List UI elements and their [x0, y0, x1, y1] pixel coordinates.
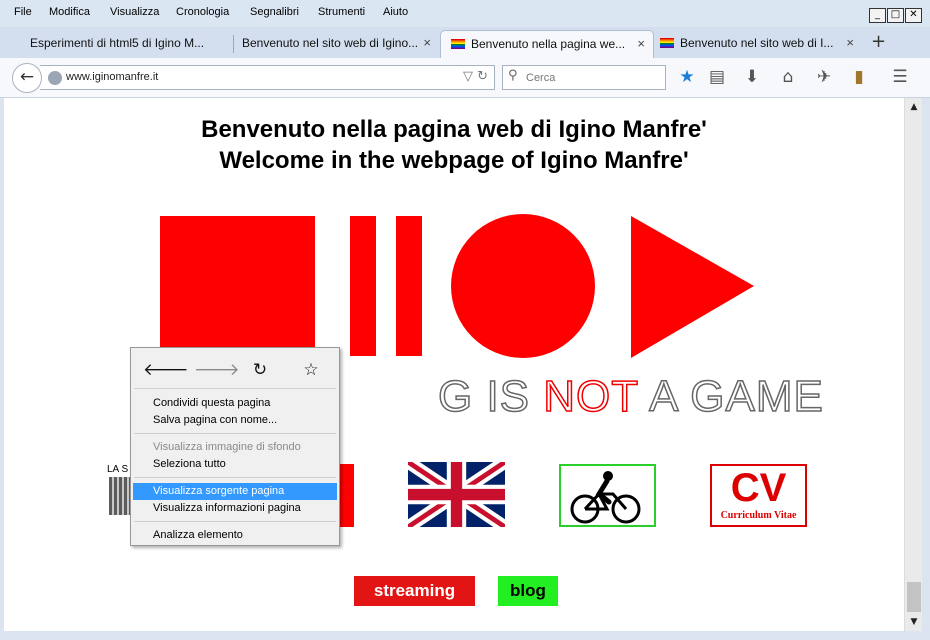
cv-caption: Curriculum Vitae	[720, 510, 797, 521]
bicycle-icon	[570, 471, 641, 524]
tab-label: Benvenuto nel sito web di I...	[680, 36, 834, 50]
rainbow-flag-icon	[660, 38, 674, 48]
tab-close-icon[interactable]: ×	[637, 31, 645, 57]
scroll-up-arrow-icon[interactable]: ▲	[906, 99, 922, 115]
ctx-back-icon[interactable]: 🡐	[143, 360, 189, 380]
tab-close-icon[interactable]: ×	[846, 30, 854, 56]
rainbow-flag-icon	[451, 39, 465, 49]
window-controls: _ □ ✕	[868, 8, 922, 23]
ctx-view-page-source[interactable]: Visualizza sorgente pagina	[133, 483, 337, 500]
ctx-view-page-info[interactable]: Visualizza informazioni pagina	[133, 500, 337, 517]
logo-circle	[451, 214, 595, 358]
url-actions: ▽ ↻	[463, 69, 488, 84]
window-border	[922, 98, 930, 640]
url-bar[interactable]: www.iginomanfre.it ▽ ↻	[40, 65, 495, 90]
tagline: G IS NOT A GAME	[437, 371, 824, 422]
context-menu: 🡐 🡒 ↻ ☆ Condividi questa pagina Salva pa…	[130, 347, 340, 546]
ctx-inspect-element[interactable]: Analizza elemento	[133, 527, 337, 544]
url-text[interactable]: www.iginomanfre.it	[66, 71, 158, 83]
menu-cronologia[interactable]: Cronologia	[176, 6, 229, 18]
menu-strumenti[interactable]: Strumenti	[318, 6, 365, 18]
tab-label: Esperimenti di html5 di Igino M...	[30, 36, 205, 50]
reload-icon[interactable]: ↻	[477, 69, 488, 84]
send-icon[interactable]: ✈	[813, 67, 835, 87]
curriculum-vitae-link[interactable]: CV Curriculum Vitae	[710, 464, 807, 527]
scroll-down-arrow-icon[interactable]: ▼	[906, 614, 922, 630]
logo-square	[160, 216, 315, 356]
search-placeholder: Cerca	[526, 72, 556, 84]
uk-flag-link[interactable]	[408, 462, 505, 527]
streaming-button[interactable]: streaming	[354, 576, 475, 606]
ctx-select-all[interactable]: Seleziona tutto	[133, 456, 337, 473]
home-icon[interactable]: ⌂	[777, 67, 799, 87]
reading-list-icon[interactable]: ▤	[706, 67, 728, 87]
menu-aiuto[interactable]: Aiuto	[383, 6, 408, 18]
cv-label: CV	[730, 466, 787, 510]
logo-bar-1	[350, 216, 376, 356]
ctx-view-background-image: Visualizza immagine di sfondo	[153, 441, 301, 453]
close-window-button[interactable]: ✕	[905, 8, 922, 23]
logo-triangle	[631, 216, 754, 358]
tab-bar: Esperimenti di html5 di Igino M... Benve…	[0, 27, 930, 58]
menu-separator	[134, 521, 336, 522]
menu-modifica[interactable]: Modifica	[49, 6, 90, 18]
vertical-scrollbar[interactable]: ▲ ▼	[904, 98, 922, 631]
ctx-save-page[interactable]: Salva pagina con nome...	[133, 412, 337, 429]
hamburger-menu-icon[interactable]: ☰	[889, 67, 911, 87]
tab-close-icon[interactable]: ×	[423, 30, 431, 56]
back-button[interactable]: ←	[12, 63, 42, 93]
new-tab-button[interactable]: +	[871, 31, 886, 52]
tab-label: Benvenuto nel sito web di Igino...	[242, 36, 419, 50]
bookmark-star-icon[interactable]: ★	[676, 67, 698, 87]
addon-icon[interactable]: ▮	[848, 67, 870, 87]
search-icon: ⚲	[508, 68, 518, 83]
menu-segnalibri[interactable]: Segnalibri	[250, 6, 299, 18]
blog-button[interactable]: blog	[498, 576, 558, 606]
menu-bar: File Modifica Visualizza Cronologia Segn…	[0, 0, 930, 27]
menu-separator	[134, 433, 336, 434]
tab-benvenuto-sito[interactable]: Benvenuto nel sito web di Igino... ×	[232, 30, 439, 58]
maximize-button[interactable]: □	[887, 8, 904, 23]
navigation-toolbar: www.iginomanfre.it ▽ ↻ ← ⚲ Cerca ★ ▤ ⬇ ⌂…	[0, 58, 930, 98]
ctx-forward-icon: 🡒	[194, 360, 240, 380]
globe-icon	[48, 71, 62, 85]
logo-graphic	[160, 214, 754, 358]
partial-caption: LA S	[107, 464, 129, 475]
tab-benvenuto-sito-2[interactable]: Benvenuto nel sito web di I... ×	[650, 30, 862, 58]
menu-file[interactable]: File	[14, 6, 32, 18]
logo-bar-2	[396, 216, 422, 356]
window-border-bottom	[0, 631, 930, 640]
search-input[interactable]: ⚲ Cerca	[502, 65, 666, 90]
menu-separator	[134, 388, 336, 389]
ctx-bookmark-icon[interactable]: ☆	[296, 360, 326, 380]
download-icon[interactable]: ⬇	[741, 67, 763, 87]
tab-esperimenti-html5[interactable]: Esperimenti di html5 di Igino M...	[20, 30, 233, 58]
menu-visualizza[interactable]: Visualizza	[110, 6, 159, 18]
scrollbar-thumb[interactable]	[907, 582, 921, 612]
minimize-button[interactable]: _	[869, 8, 886, 23]
tab-benvenuto-pagina-active[interactable]: Benvenuto nella pagina we... ×	[440, 30, 654, 58]
ctx-share-page[interactable]: Condividi questa pagina	[133, 395, 337, 412]
tagline-not: NOT	[542, 371, 639, 422]
url-dropdown-icon[interactable]: ▽	[463, 69, 473, 84]
tab-label: Benvenuto nella pagina we...	[471, 37, 626, 51]
cycling-link[interactable]	[559, 464, 656, 527]
menu-separator	[134, 477, 336, 478]
ctx-reload-icon[interactable]: ↻	[245, 360, 275, 380]
tagline-end: A GAME	[638, 371, 824, 422]
tagline-start: G IS	[437, 371, 544, 422]
